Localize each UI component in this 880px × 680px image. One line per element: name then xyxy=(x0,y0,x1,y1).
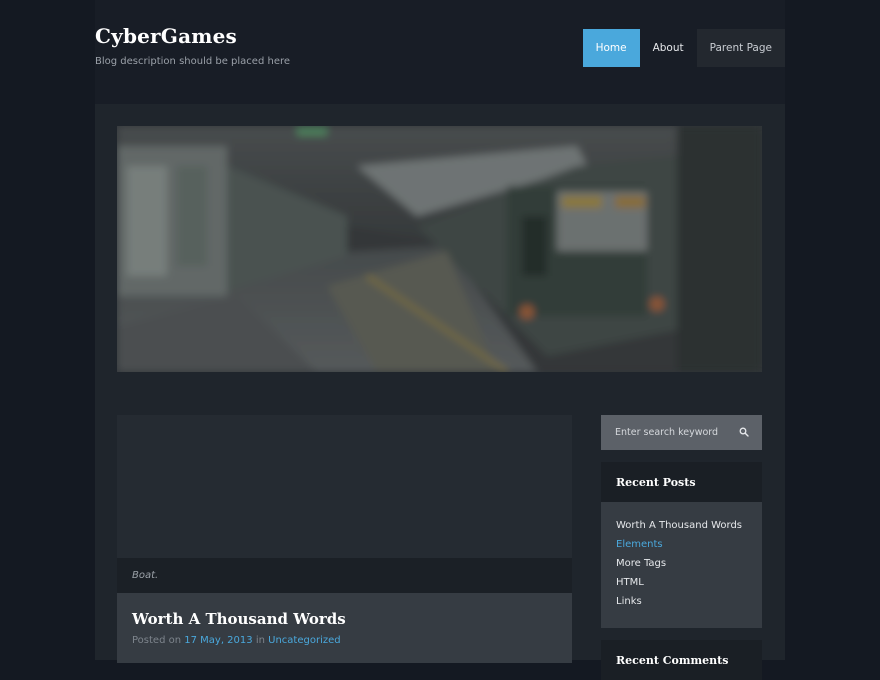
recent-post-link[interactable]: More Tags xyxy=(616,557,762,576)
recent-posts-list-panel: Worth A Thousand Words Elements More Tag… xyxy=(601,502,762,628)
recent-comments-title: Recent Comments xyxy=(616,654,729,667)
main-navigation: Home About Parent Page xyxy=(582,29,785,67)
search-input[interactable] xyxy=(601,415,731,450)
post-title[interactable]: Worth A Thousand Words xyxy=(132,610,346,628)
site-header: CyberGames Blog description should be pl… xyxy=(95,0,785,104)
recent-posts-list: Worth A Thousand Words Elements More Tag… xyxy=(601,502,762,614)
posted-on-label: Posted on xyxy=(132,635,182,646)
hero-image xyxy=(117,126,762,372)
nav-item-about[interactable]: About xyxy=(640,29,697,67)
nav-item-home[interactable]: Home xyxy=(582,29,640,67)
content-wrapper: Boat. Worth A Thousand Words Posted on 1… xyxy=(95,104,785,680)
post-article: Boat. Worth A Thousand Words Posted on 1… xyxy=(117,415,572,663)
post-date-link[interactable]: 17 May, 2013 xyxy=(184,635,252,646)
caption-text: Boat. xyxy=(132,570,159,581)
post-category-link[interactable]: Uncategorized xyxy=(268,635,340,646)
search-widget xyxy=(601,415,762,450)
post-card: Worth A Thousand Words Posted on 17 May,… xyxy=(117,593,572,663)
in-label: in xyxy=(255,635,265,646)
nav-item-parent-page[interactable]: Parent Page xyxy=(696,29,785,67)
post-featured-image xyxy=(117,415,572,558)
recent-post-link[interactable]: HTML xyxy=(616,576,762,595)
subway-train-photo xyxy=(117,126,762,372)
recent-post-link[interactable]: Links xyxy=(616,595,762,614)
image-caption: Boat. xyxy=(117,558,572,593)
recent-post-link[interactable]: Elements xyxy=(616,538,762,557)
recent-posts-title: Recent Posts xyxy=(616,476,696,489)
recent-posts-header: Recent Posts xyxy=(601,462,762,502)
site-description: Blog description should be placed here xyxy=(95,56,291,67)
post-meta: Posted on 17 May, 2013 in Uncategorized xyxy=(132,635,341,646)
recent-post-link[interactable]: Worth A Thousand Words xyxy=(616,519,762,538)
search-icon[interactable] xyxy=(739,427,749,437)
site-title[interactable]: CyberGames xyxy=(95,24,237,48)
recent-comments-header: Recent Comments xyxy=(601,640,762,680)
